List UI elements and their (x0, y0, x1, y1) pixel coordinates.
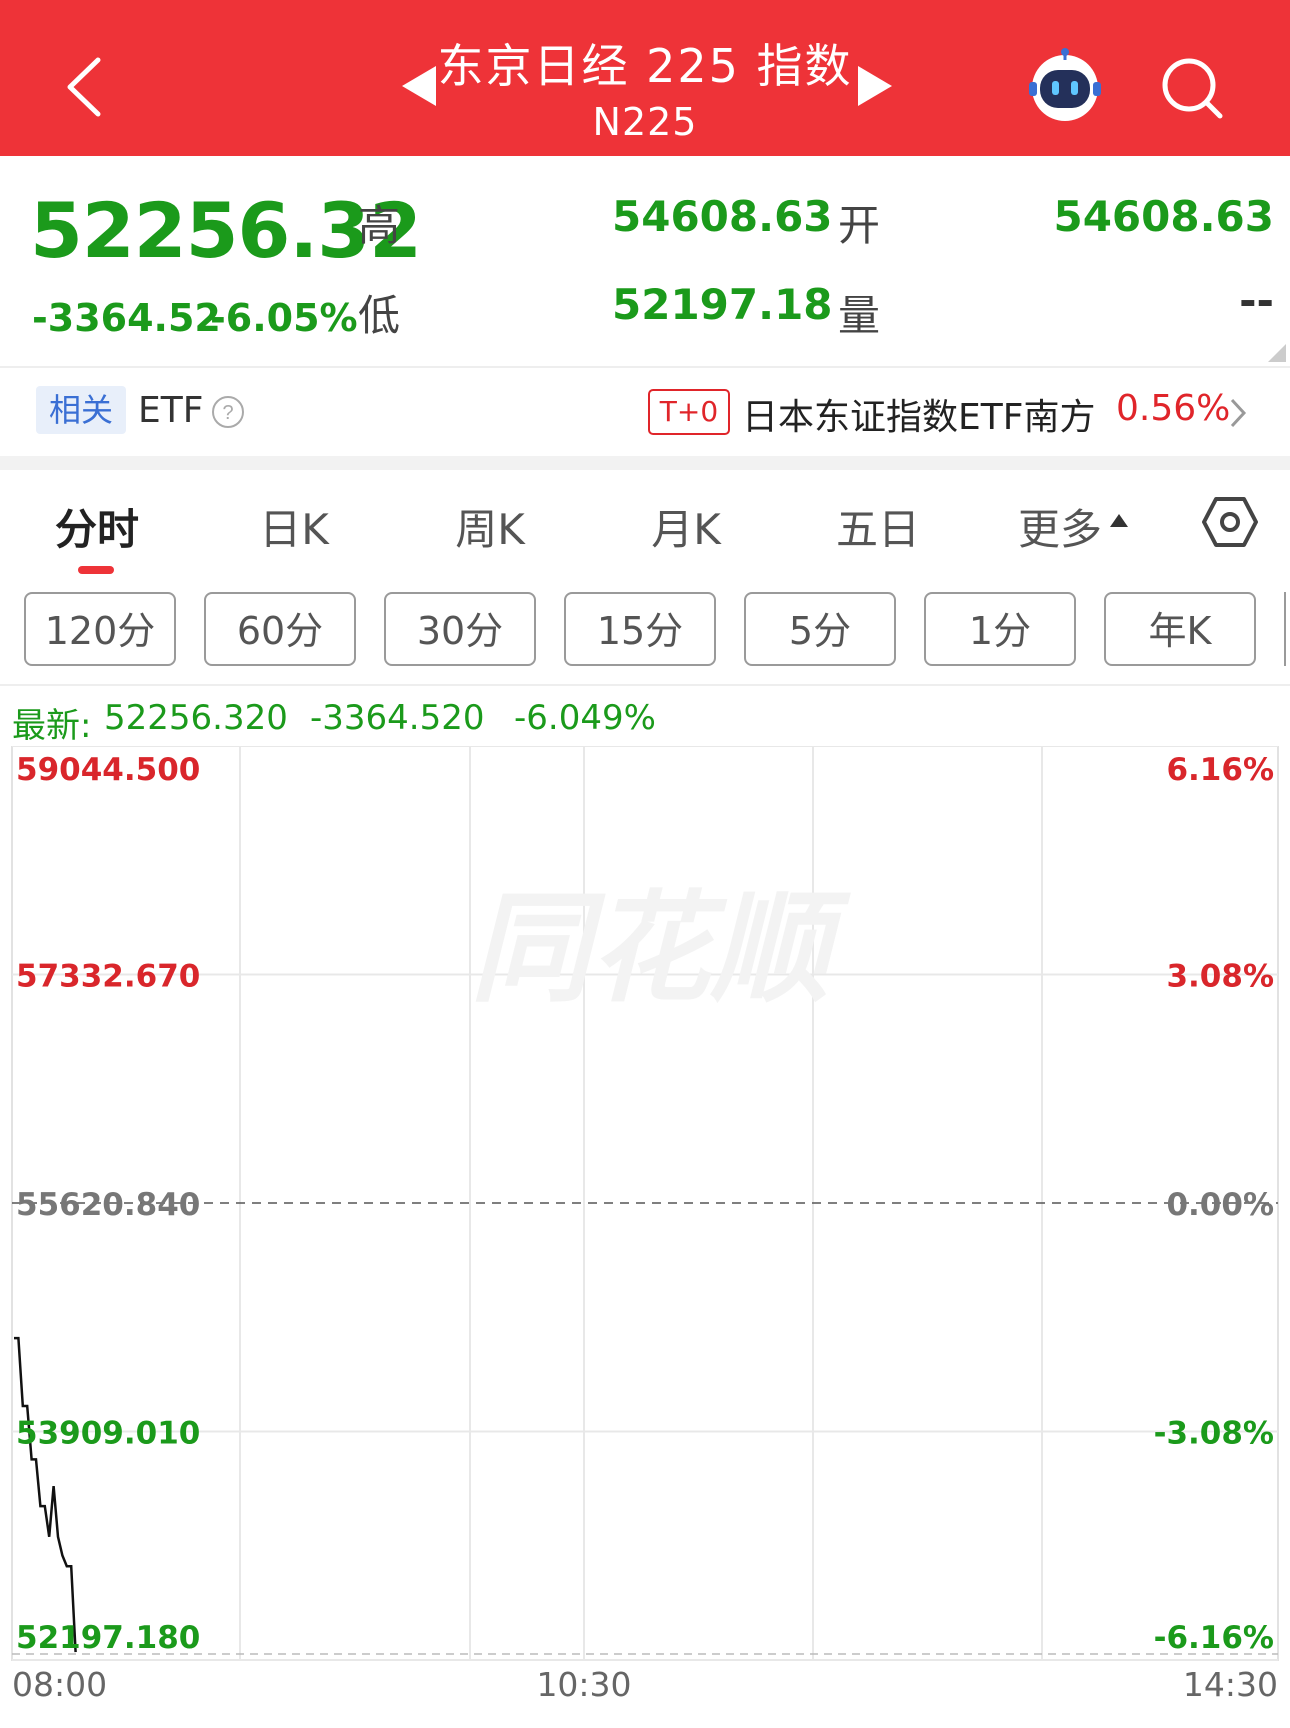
related-tag: 相关 (36, 386, 126, 434)
volume-value: -- (1239, 276, 1274, 325)
price-line (14, 1336, 77, 1653)
period-60min-button[interactable]: 60分 (204, 592, 356, 666)
price-change: -3364.52 (32, 296, 221, 340)
y-pct-label: 3.08% (1166, 959, 1274, 995)
robot-assistant-icon[interactable] (1026, 48, 1104, 126)
period-30min-button[interactable]: 30分 (384, 592, 536, 666)
x-tick-label: 14:30 (1183, 1665, 1278, 1704)
tab-daily-k[interactable]: 日K (254, 496, 334, 557)
y-pct-label: -6.16% (1154, 1620, 1274, 1656)
period-120min-button[interactable]: 120分 (24, 592, 176, 666)
y-tick-label: 52197.180 (16, 1620, 200, 1656)
caret-up-icon[interactable] (1108, 512, 1130, 530)
low-label: 低 (358, 291, 401, 340)
latest-price: 52256.320 (104, 698, 288, 738)
help-icon[interactable]: ? (210, 394, 246, 430)
watermark-logo: 同花顺 (470, 882, 851, 1016)
low-value: 52197.18 (612, 280, 833, 329)
chart-lines (14, 1336, 77, 1653)
period-15min-button[interactable]: 15分 (564, 592, 716, 666)
high-value: 54608.63 (612, 192, 833, 241)
period-5min-button[interactable]: 5分 (744, 592, 896, 666)
x-tick-label: 08:00 (12, 1665, 107, 1704)
expand-corner-icon[interactable] (1268, 344, 1286, 362)
x-tick-label: 10:30 (536, 1665, 631, 1704)
chevron-right-icon[interactable] (1226, 396, 1250, 430)
tab-more[interactable]: 更多 (1016, 496, 1104, 557)
t0-badge: T+0 (648, 389, 730, 435)
y-pct-label: 6.16% (1166, 752, 1274, 788)
high-label: 高 (358, 201, 401, 250)
open-label: 开 (838, 201, 881, 250)
y-tick-label: 55620.840 (16, 1187, 200, 1223)
y-tick-label: 57332.670 (16, 959, 200, 995)
etf-name-link[interactable]: 日本东证指数ETF南方 (742, 388, 1095, 440)
period-yearly-k-button[interactable]: 年K (1104, 592, 1256, 666)
period-1min-button[interactable]: 1分 (924, 592, 1076, 666)
svg-text:?: ? (222, 402, 233, 424)
y-tick-label: 53909.010 (16, 1416, 200, 1452)
latest-change: -3364.520 (310, 698, 485, 738)
intraday-chart[interactable]: 同花顺 59044.500 6.16% 57332.670 3.08% 55620.84… (0, 746, 1290, 1728)
volume-label: 量 (838, 291, 881, 340)
app-header: 东京日经 225 指数 N225 (0, 0, 1290, 156)
tab-five-day[interactable]: 五日 (836, 496, 920, 557)
divider (0, 366, 1290, 368)
etf-change-pct: 0.56% (1116, 388, 1231, 429)
search-icon[interactable] (1160, 56, 1226, 122)
etf-label: ETF (138, 390, 204, 431)
tab-weekly-k[interactable]: 周K (450, 496, 530, 557)
active-tab-indicator (78, 566, 114, 574)
y-tick-label: 59044.500 (16, 752, 200, 788)
price-change-pct: -6.05% (210, 296, 358, 340)
y-pct-label: -3.08% (1154, 1416, 1274, 1452)
tab-monthly-k[interactable]: 月K (646, 496, 726, 557)
next-index-arrow-icon[interactable] (858, 66, 892, 106)
divider (0, 684, 1290, 686)
period-overflow-button[interactable] (1284, 592, 1290, 666)
settings-hexagon-icon[interactable] (1202, 494, 1258, 550)
section-gap (0, 456, 1290, 470)
tab-intraday[interactable]: 分时 (52, 496, 142, 557)
latest-label: 最新: (12, 706, 92, 746)
latest-change-pct: -6.049% (514, 698, 656, 738)
open-value: 54608.63 (1053, 192, 1274, 241)
y-pct-label: 0.00% (1166, 1187, 1274, 1223)
